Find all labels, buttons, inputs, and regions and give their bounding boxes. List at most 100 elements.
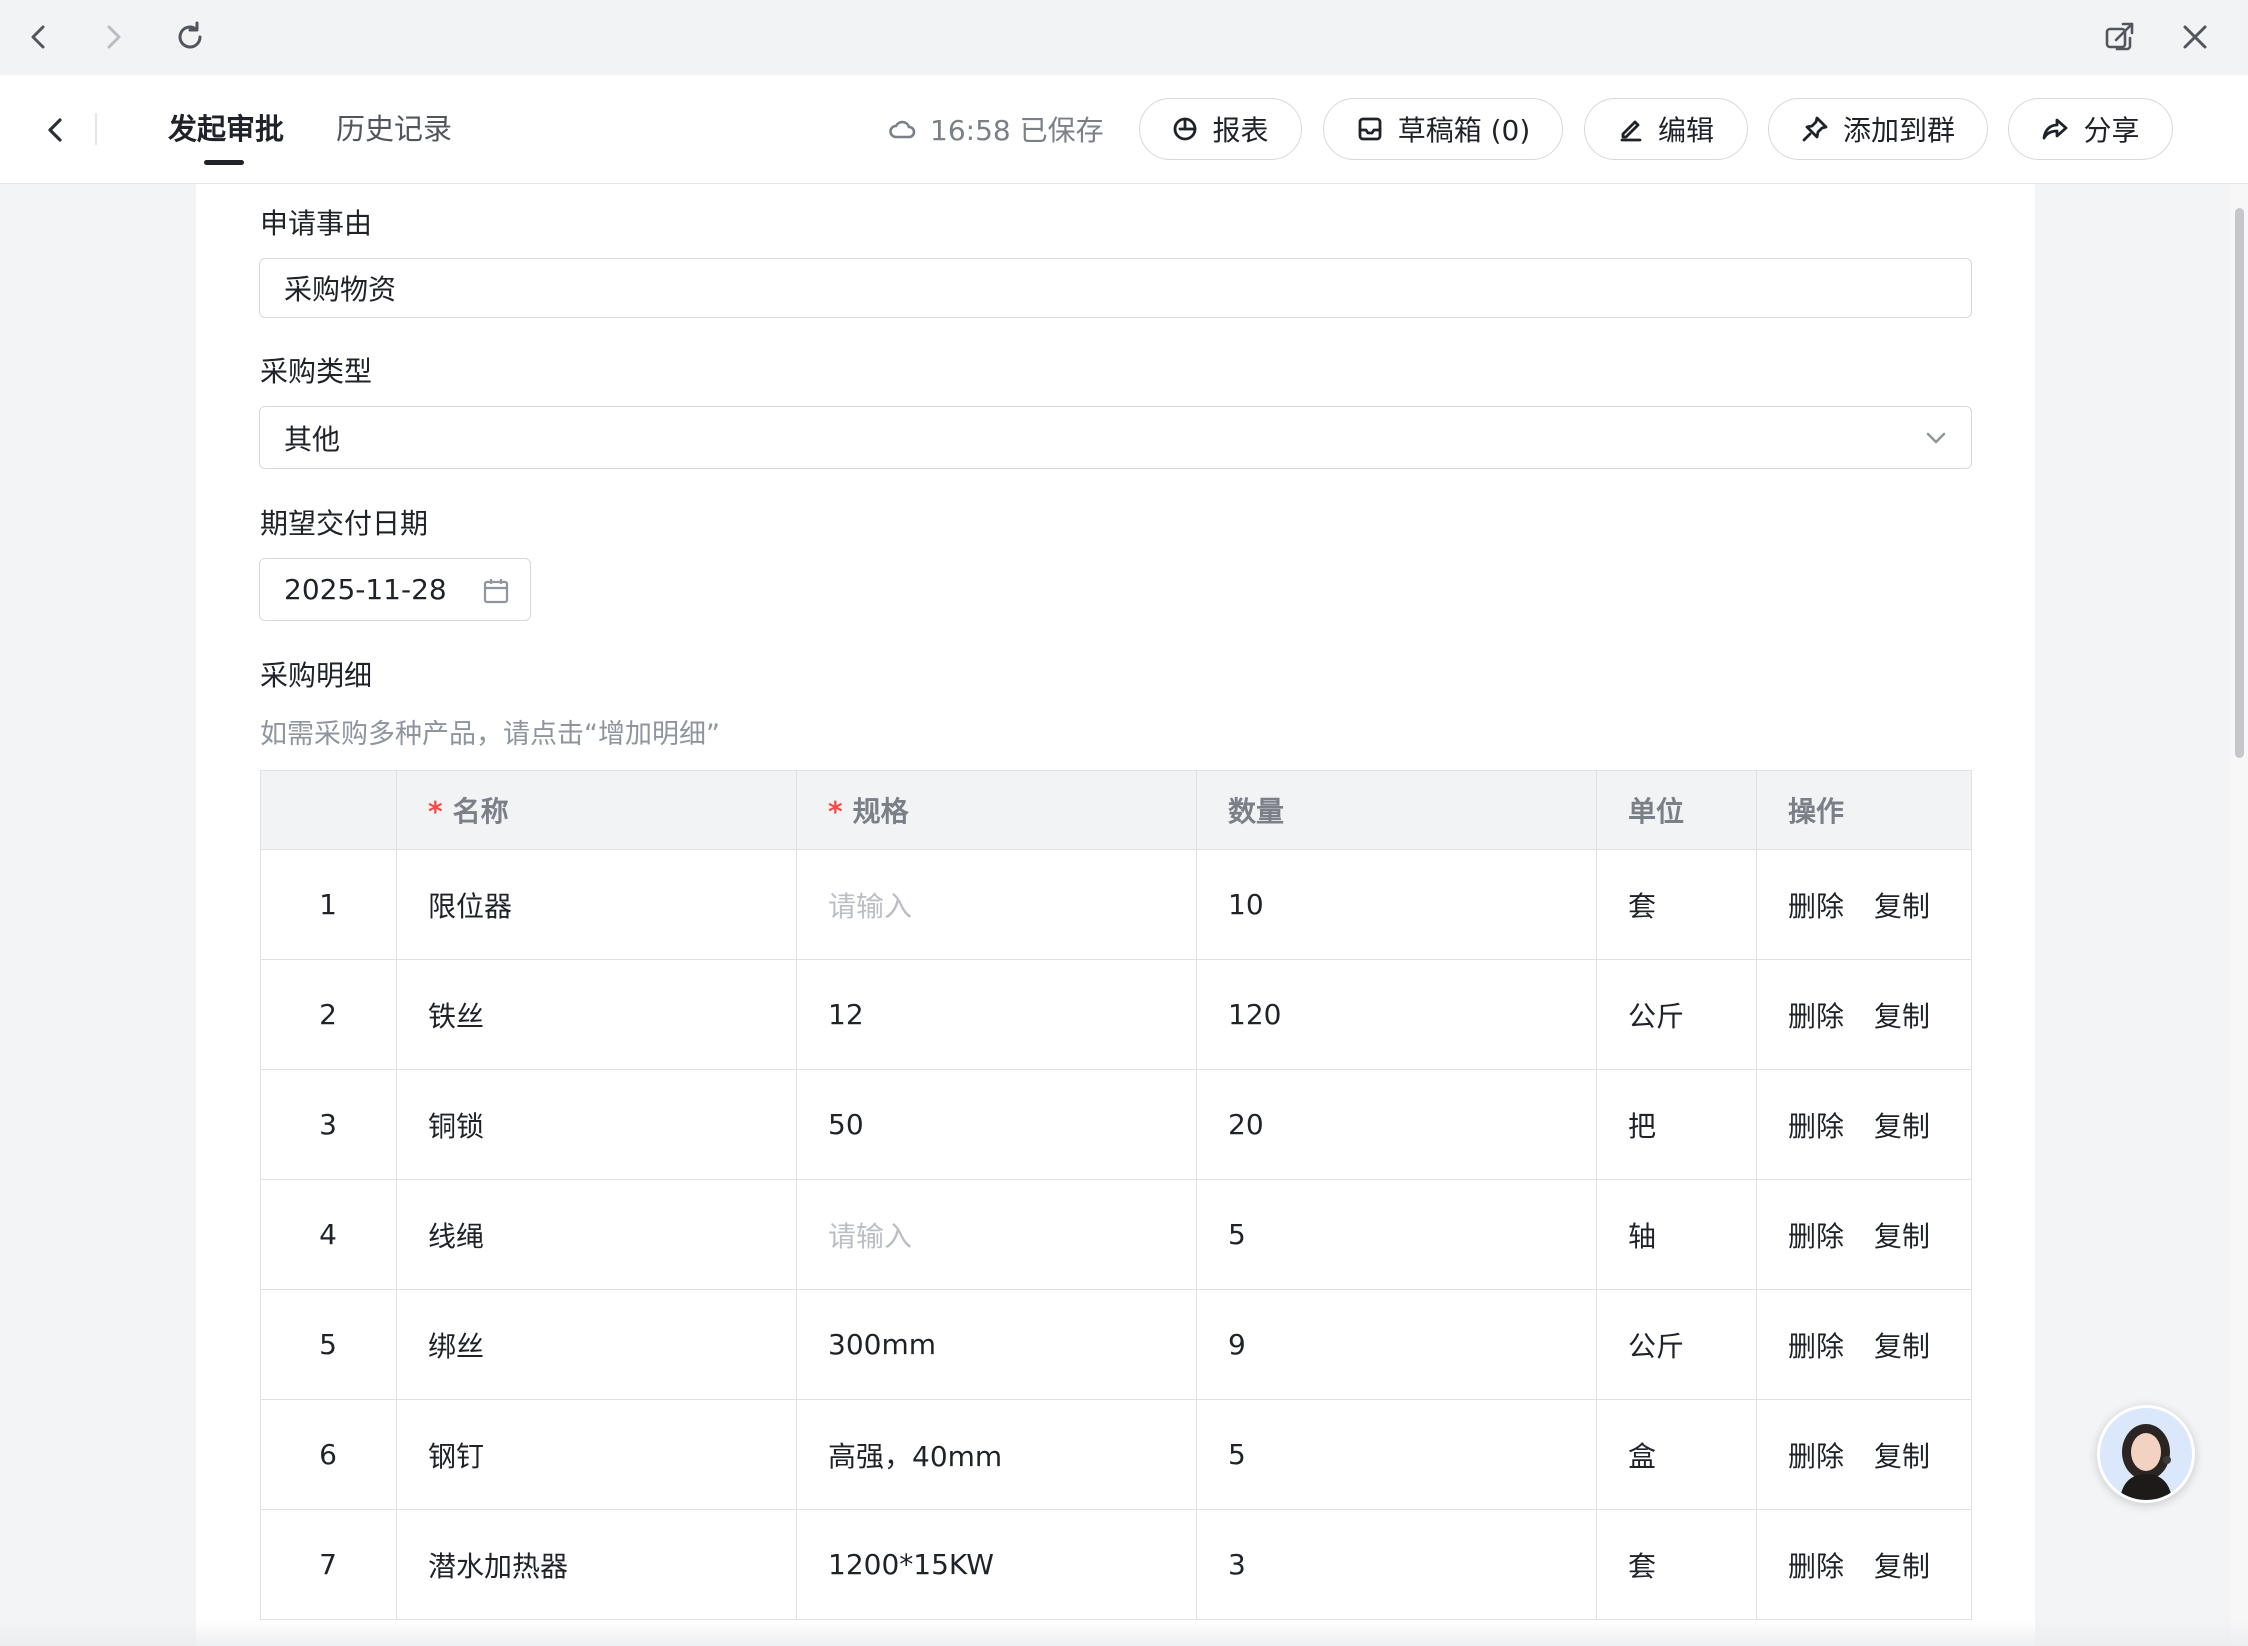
table-header-row: * 名称 * 规格 数量 单位 操作 — [260, 770, 1972, 850]
copy-row-button[interactable]: 复制 — [1874, 1435, 1930, 1475]
cloud-icon — [889, 120, 916, 139]
qty-column-header: 数量 — [1196, 770, 1597, 850]
table-row: 7 潜水加热器 1200*15KW 3 套删除 复制 — [260, 1509, 1972, 1620]
copy-row-button[interactable]: 复制 — [1874, 995, 1930, 1035]
details-hint: 如需采购多种产品，请点击“增加明细” — [260, 719, 720, 750]
table-row: 6 钢钉 高强，40mm 5 盒删除 复制 — [260, 1399, 1972, 1510]
header-divider — [95, 113, 97, 145]
spec-cell-placeholder[interactable]: 请输入 — [796, 849, 1197, 960]
spec-cell[interactable]: 300mm — [796, 1289, 1197, 1400]
drafts-button[interactable]: 草稿箱 (0) — [1323, 98, 1563, 160]
spec-cell[interactable]: 1200*15KW — [796, 1509, 1197, 1620]
unit-cell[interactable]: 套 — [1596, 1509, 1757, 1620]
share-button[interactable]: 分享 — [2008, 98, 2173, 160]
spec-cell-placeholder[interactable]: 请输入 — [796, 1179, 1197, 1290]
add-to-group-button[interactable]: 添加到群 — [1768, 98, 1988, 160]
row-index-cell: 2 — [260, 959, 397, 1070]
active-tab-indicator — [204, 160, 244, 165]
required-asterisk: * — [428, 795, 443, 828]
unit-cell[interactable]: 把 — [1596, 1069, 1757, 1180]
tab-history[interactable]: 历史记录 — [336, 109, 452, 149]
actions-cell: 删除 复制 — [1756, 1069, 1972, 1180]
delete-row-button[interactable]: 删除 — [1788, 1435, 1844, 1475]
copy-row-button[interactable]: 复制 — [1874, 1325, 1930, 1365]
unit-cell[interactable]: 轴 — [1596, 1179, 1757, 1290]
qty-cell[interactable]: 20 — [1196, 1069, 1597, 1180]
copy-row-button[interactable]: 复制 — [1874, 885, 1930, 925]
required-asterisk: * — [828, 795, 843, 828]
row-index-cell: 3 — [260, 1069, 397, 1180]
table-row: 2 铁丝 12 120 公斤 删除 复制 — [260, 959, 1972, 1070]
bottom-edge-shadow — [0, 1620, 2248, 1646]
person-avatar-icon — [2100, 1408, 2192, 1500]
reason-label: 申请事由 — [260, 207, 373, 240]
row-index-cell: 7 — [260, 1509, 397, 1620]
open-external-icon[interactable] — [2097, 14, 2143, 60]
qty-cell[interactable]: 5 — [1196, 1179, 1597, 1290]
spec-cell[interactable]: 高强，40mm — [796, 1399, 1197, 1510]
name-cell[interactable]: 钢钉 — [396, 1399, 797, 1510]
unit-cell[interactable]: 公斤 — [1596, 1289, 1757, 1400]
row-index-cell: 5 — [260, 1289, 397, 1400]
copy-row-button[interactable]: 复制 — [1874, 1215, 1930, 1255]
name-cell[interactable]: 线绳 — [396, 1179, 797, 1290]
spec-cell[interactable]: 12 — [796, 959, 1197, 1070]
back-button[interactable] — [30, 105, 80, 155]
app-header: 发起审批 历史记录 16:58 已保存 报表 草稿箱 (0) 编辑 添加到群 分… — [0, 75, 2248, 184]
scrollbar-thumb[interactable] — [2235, 208, 2244, 758]
copy-row-button[interactable]: 复制 — [1874, 1105, 1930, 1145]
delete-row-button[interactable]: 删除 — [1788, 1325, 1844, 1365]
table-row: 4 线绳 请输入 5 轴删除 复制 — [260, 1179, 1972, 1290]
ops-column-header: 操作 — [1756, 770, 1972, 850]
delete-row-button[interactable]: 删除 — [1788, 1545, 1844, 1585]
close-icon[interactable] — [2172, 14, 2218, 60]
purchase-type-select[interactable]: 其他 — [259, 406, 1972, 469]
drafts-button-label: 草稿箱 (0) — [1397, 114, 1531, 147]
qty-cell[interactable]: 5 — [1196, 1399, 1597, 1510]
name-cell[interactable]: 铜锁 — [396, 1069, 797, 1180]
name-cell[interactable]: 绑丝 — [396, 1289, 797, 1400]
add-to-group-button-label: 添加到群 — [1842, 114, 1955, 147]
save-status: 16:58 已保存 — [888, 109, 1104, 149]
table-row: 5 绑丝 300mm 9 公斤 删除 复制 — [260, 1289, 1972, 1400]
name-cell[interactable]: 潜水加热器 — [396, 1509, 797, 1620]
unit-cell[interactable]: 盒 — [1596, 1399, 1757, 1510]
copy-row-button[interactable]: 复制 — [1874, 1545, 1930, 1585]
reason-input[interactable]: 采购物资 — [259, 258, 1972, 318]
delete-row-button[interactable]: 删除 — [1788, 1215, 1844, 1255]
delete-row-button[interactable]: 删除 — [1788, 885, 1844, 925]
assistant-avatar[interactable] — [2097, 1405, 2195, 1503]
chevron-down-icon — [1923, 425, 1949, 458]
delivery-date-picker[interactable]: 2025-11-28 — [259, 558, 531, 621]
share-icon — [2043, 118, 2068, 140]
details-label: 采购明细 — [260, 659, 373, 692]
unit-cell[interactable]: 套 — [1596, 849, 1757, 960]
edit-button[interactable]: 编辑 — [1584, 98, 1748, 160]
purchase-details-table: * 名称 * 规格 数量 单位 操作 1 限位器 请输入 10 套删除 复制 2 铁丝 12 120 公… — [260, 770, 1972, 1620]
index-column-header — [260, 770, 397, 850]
reason-input-value: 采购物资 — [284, 273, 397, 306]
qty-cell[interactable]: 9 — [1196, 1289, 1597, 1400]
qty-cell[interactable]: 3 — [1196, 1509, 1597, 1620]
reload-icon[interactable] — [167, 14, 213, 60]
nav-forward-icon[interactable] — [90, 14, 136, 60]
spec-cell[interactable]: 50 — [796, 1069, 1197, 1180]
report-button[interactable]: 报表 — [1139, 98, 1302, 160]
row-index-cell: 1 — [260, 849, 397, 960]
tab-initiate-approval[interactable]: 发起审批 — [168, 109, 284, 149]
nav-back-icon[interactable] — [16, 14, 62, 60]
delete-row-button[interactable]: 删除 — [1788, 1105, 1844, 1145]
qty-cell[interactable]: 10 — [1196, 849, 1597, 960]
qty-cell[interactable]: 120 — [1196, 959, 1597, 1070]
pencil-icon — [1620, 120, 1642, 142]
row-index-cell: 6 — [260, 1399, 397, 1510]
unit-cell[interactable]: 公斤 — [1596, 959, 1757, 1070]
inbox-icon — [1358, 117, 1382, 141]
delete-row-button[interactable]: 删除 — [1788, 995, 1844, 1035]
name-column-header: * 名称 — [396, 770, 797, 850]
pin-icon — [1802, 116, 1828, 142]
actions-cell: 删除 复制 — [1756, 1179, 1972, 1290]
name-cell[interactable]: 铁丝 — [396, 959, 797, 1070]
window-toolbar — [0, 0, 2248, 75]
name-cell[interactable]: 限位器 — [396, 849, 797, 960]
